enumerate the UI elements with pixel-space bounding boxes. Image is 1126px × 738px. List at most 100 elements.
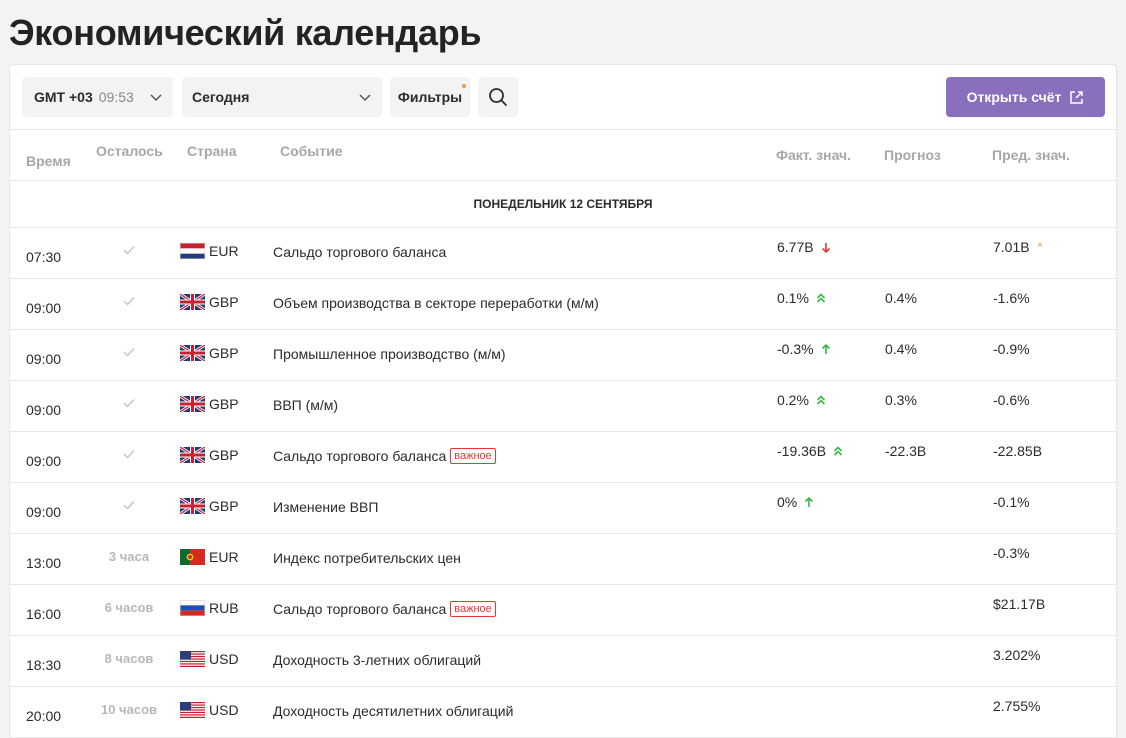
timezone-time: 09:53 xyxy=(98,89,134,105)
forecast-value: 0.4% xyxy=(885,290,917,306)
actual-value: -0.3% xyxy=(777,341,814,357)
date-select-value: Сегодня xyxy=(192,89,250,105)
remaining-cell xyxy=(94,447,164,462)
country-cell: GBP xyxy=(180,294,239,310)
check-icon xyxy=(123,297,135,306)
actual-cell: 0% xyxy=(777,494,814,510)
event-cell[interactable]: Объем производства в секторе переработки… xyxy=(273,295,599,311)
previous-value: 3.202% xyxy=(993,647,1041,663)
event-title: Индекс потребительских цен xyxy=(273,550,461,566)
trend-double-up-icon xyxy=(833,445,843,456)
table-row[interactable]: 18:30 8 часов USD Доходность 3-летних об… xyxy=(10,636,1116,687)
currency-code: GBP xyxy=(209,447,239,463)
currency-code: GBP xyxy=(209,345,239,361)
remaining-value: 10 часов xyxy=(100,702,157,717)
check-icon xyxy=(123,501,135,510)
remaining-cell: 3 часа xyxy=(94,549,164,564)
open-account-button[interactable]: Открыть счёт xyxy=(946,77,1105,117)
filters-button[interactable]: Фильтры xyxy=(390,77,470,117)
previous-cell: 2.755% xyxy=(993,698,1040,714)
actual-cell: 6.77B xyxy=(777,239,831,255)
event-title: Доходность десятилетних облигаций xyxy=(273,703,514,719)
open-account-label: Открыть счёт xyxy=(966,89,1062,105)
forecast-value: 0.3% xyxy=(885,392,917,408)
previous-value: -1.6% xyxy=(993,290,1030,306)
search-icon xyxy=(489,88,507,106)
previous-value: 2.755% xyxy=(993,698,1041,714)
actual-value: 6.77B xyxy=(777,239,814,255)
previous-cell: -22.85B xyxy=(993,443,1042,459)
table-row[interactable]: 09:00 GBP Сальдо торгового баланса важное… xyxy=(10,432,1116,483)
header-country: Страна xyxy=(187,143,237,159)
filters-indicator-dot xyxy=(462,84,466,88)
country-cell: GBP xyxy=(180,447,239,463)
previous-value: -0.1% xyxy=(993,494,1030,510)
currency-code: USD xyxy=(209,651,239,667)
remaining-cell xyxy=(94,498,164,513)
event-time: 09:00 xyxy=(26,300,62,316)
chevron-down-icon xyxy=(359,94,371,102)
event-cell[interactable]: ВВП (м/м) xyxy=(273,397,338,413)
check-icon xyxy=(123,246,135,255)
event-cell[interactable]: Сальдо торгового баланса важное xyxy=(273,601,496,617)
timezone-select[interactable]: GMT +03 09:53 xyxy=(22,77,173,117)
previous-cell: 3.202% xyxy=(993,647,1040,663)
remaining-cell: 6 часов xyxy=(94,600,164,615)
event-time: 16:00 xyxy=(26,606,62,622)
forecast-value: -22.3B xyxy=(885,443,927,459)
flag-gb-icon xyxy=(180,498,205,514)
external-link-icon xyxy=(1070,90,1084,104)
actual-cell: 0.1% xyxy=(777,290,826,306)
country-cell: GBP xyxy=(180,396,239,412)
table-row[interactable]: 07:30 EUR Сальдо торгового баланса 6.77B… xyxy=(10,228,1116,279)
event-cell[interactable]: Сальдо торгового баланса важное xyxy=(273,448,496,464)
table-row[interactable]: 09:00 GBP Изменение ВВП 0% -0.1% xyxy=(10,483,1116,534)
flag-ru-icon xyxy=(180,600,205,616)
event-cell[interactable]: Доходность десятилетних облигаций xyxy=(273,703,513,719)
event-title: Объем производства в секторе переработки… xyxy=(273,295,599,311)
previous-cell: -1.6% xyxy=(993,290,1030,306)
table-row[interactable]: 09:00 GBP Промышленное производство (м/м… xyxy=(10,330,1116,381)
search-button[interactable] xyxy=(478,77,518,117)
event-title: Сальдо торгового баланса xyxy=(273,601,447,617)
remaining-cell xyxy=(94,345,164,360)
event-cell[interactable]: Изменение ВВП xyxy=(273,499,378,515)
previous-value: -22.85B xyxy=(993,443,1043,459)
event-cell[interactable]: Сальдо торгового баланса xyxy=(273,244,446,260)
event-time: 09:00 xyxy=(26,453,62,469)
actual-value: 0.2% xyxy=(777,392,809,408)
date-select[interactable]: Сегодня xyxy=(182,77,382,117)
calendar-card: GMT +03 09:53 Сегодня Фильтры Открыть сч… xyxy=(9,64,1117,738)
event-title: Сальдо торгового баланса xyxy=(273,448,447,464)
event-cell[interactable]: Промышленное производство (м/м) xyxy=(273,346,506,362)
event-cell[interactable]: Доходность 3-летних облигаций xyxy=(273,652,481,668)
table-row[interactable]: 20:00 10 часов USD Доходность десятилетн… xyxy=(10,687,1116,738)
country-cell: GBP xyxy=(180,498,239,514)
remaining-cell xyxy=(94,396,164,411)
event-title: Промышленное производство (м/м) xyxy=(273,346,506,362)
event-time: 18:30 xyxy=(26,657,62,673)
previous-cell: -0.6% xyxy=(993,392,1030,408)
header-event: Событие xyxy=(280,143,343,159)
actual-value: 0.1% xyxy=(777,290,809,306)
flag-gb-icon xyxy=(180,396,205,412)
table-row[interactable]: 09:00 GBP Объем производства в секторе п… xyxy=(10,279,1116,330)
currency-code: EUR xyxy=(209,549,239,565)
trend-double-up-icon xyxy=(816,292,825,303)
flag-gb-icon xyxy=(180,294,205,310)
table-row[interactable]: 13:00 3 часа EUR Индекс потребительских … xyxy=(10,534,1116,585)
currency-code: GBP xyxy=(209,498,239,514)
flag-us-icon xyxy=(180,651,205,667)
country-cell: EUR xyxy=(180,549,239,565)
flag-gb-icon xyxy=(180,447,205,463)
event-time: 09:00 xyxy=(26,504,62,520)
previous-value: -0.9% xyxy=(993,341,1030,357)
actual-cell: 0.2% xyxy=(777,392,826,408)
table-row[interactable]: 16:00 6 часов RUB Сальдо торгового балан… xyxy=(10,585,1116,636)
table-row[interactable]: 09:00 GBP ВВП (м/м) 0.2% 0.3% -0.6% xyxy=(10,381,1116,432)
currency-code: GBP xyxy=(209,396,239,412)
trend-up-icon xyxy=(821,343,830,354)
event-cell[interactable]: Индекс потребительских цен xyxy=(273,550,461,566)
event-time: 09:00 xyxy=(26,402,62,418)
trend-up-icon xyxy=(805,496,814,507)
